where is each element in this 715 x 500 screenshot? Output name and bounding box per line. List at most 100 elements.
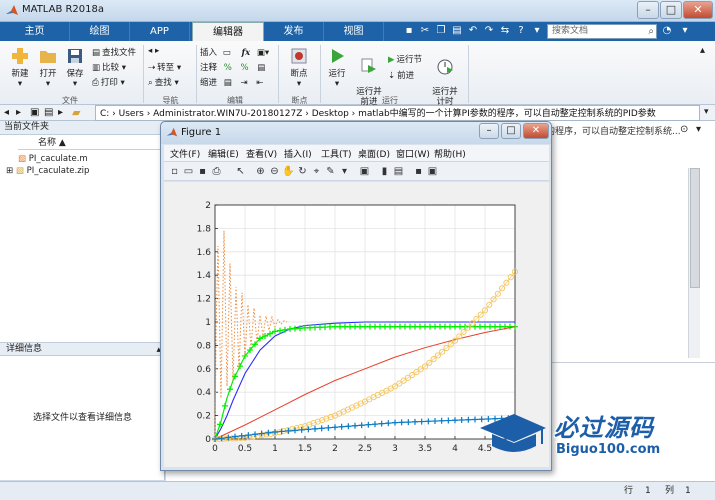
run-section-button[interactable]: ▶ 运行节 [388, 53, 422, 66]
legend-icon[interactable]: ▤ [392, 165, 405, 178]
current-folder-path[interactable]: C: › Users › Administrator.WIN7U-2018012… [95, 105, 700, 121]
expand-ribbon-icon[interactable]: ▾ [678, 24, 692, 38]
figure-maximize-button[interactable]: □ [501, 123, 521, 139]
path-dropdown-icon[interactable]: ▾ [704, 107, 709, 117]
paste-icon[interactable]: ▤ [450, 24, 464, 38]
row-value: 1 [645, 486, 651, 496]
find-files-icon: ▤ [92, 47, 101, 58]
insert-button[interactable]: 插入 ▭ fx ▣▾ [200, 46, 269, 59]
collapse-ribbon-icon[interactable]: ▴ [700, 45, 705, 56]
bell-icon[interactable]: ◔ [660, 24, 674, 38]
dropdown-arrow-icon: ▾ [296, 79, 302, 89]
print-figure-icon[interactable]: ⎙ [210, 165, 223, 178]
graduation-cap-icon [480, 414, 546, 452]
menu-window[interactable]: 窗口(W) [396, 147, 430, 160]
breakpoints-button[interactable]: 断点 ▾ [284, 45, 314, 89]
menu-file[interactable]: 文件(F) [170, 147, 200, 160]
copy-icon[interactable]: ❐ [434, 24, 448, 38]
panel-menu-icon[interactable]: ▾ [696, 124, 701, 135]
undo-icon[interactable]: ↶ [466, 24, 480, 38]
pan-icon[interactable]: ✋ [282, 165, 295, 178]
brush-dropdown-icon[interactable]: ▾ [338, 165, 351, 178]
compare-button[interactable]: ▥ 比较 ▾ [92, 61, 126, 74]
menu-view[interactable]: 查看(V) [246, 147, 277, 160]
find-button[interactable]: ⌕ 查找 ▾ [148, 76, 179, 89]
maximize-button[interactable]: □ [660, 1, 682, 19]
save-figure-icon[interactable]: ▪ [196, 165, 209, 178]
brush-icon[interactable]: ✎ [324, 165, 337, 178]
details-header: 详细信息 ▴ [0, 342, 165, 356]
save-button[interactable]: 保存 ▾ [62, 45, 88, 89]
printer-icon: ⎙ [92, 77, 99, 88]
tab-plots[interactable]: 绘图 [70, 22, 130, 41]
save-quick-icon[interactable]: ▪ [402, 24, 416, 38]
tab-publish[interactable]: 发布 [264, 22, 324, 41]
close-button[interactable]: ✕ [683, 1, 713, 19]
menu-help[interactable]: 帮助(H) [434, 147, 466, 160]
logo-url: Biguo100.com [556, 442, 661, 457]
figure-title-bar: Figure 1 – □ ✕ [161, 122, 551, 144]
find-files-button[interactable]: ▤ 查找文件 [92, 46, 136, 59]
help-icon[interactable]: ? [514, 24, 528, 38]
pointer-icon[interactable]: ↖ [234, 165, 247, 178]
tab-editor[interactable]: 编辑器 [192, 22, 264, 41]
run-time-button[interactable]: 运行并 计时 [428, 45, 462, 107]
scrollbar[interactable] [688, 168, 700, 358]
indent-button[interactable]: 缩进 ▤ ⇥ ⇤ [200, 76, 263, 88]
x-tick-label: 1.5 [298, 444, 312, 454]
browse-folder-icon[interactable]: ▤ [44, 107, 53, 118]
comment-button[interactable]: 注释 % % ▤ [200, 61, 265, 73]
menu-tools[interactable]: 工具(T) [321, 147, 352, 160]
goto-button[interactable]: ⇢ 转至 ▾ [148, 61, 181, 74]
figure-close-button[interactable]: ✕ [523, 123, 549, 139]
rotate-3d-icon[interactable]: ↻ [296, 165, 309, 178]
redo-icon[interactable]: ↷ [482, 24, 496, 38]
tab-home[interactable]: 主页 [0, 22, 70, 41]
show-plot-tools-icon[interactable]: ▣ [426, 165, 439, 178]
x-tick-label: 3.5 [418, 444, 432, 454]
hide-plot-tools-icon[interactable]: ▪ [412, 165, 425, 178]
details-message: 选择文件以查看详细信息 [32, 413, 132, 423]
back-icon: ◂ [148, 46, 153, 56]
menu-insert[interactable]: 插入(I) [284, 147, 312, 160]
file-item[interactable]: ⊞ ▧ PI_caculate.zip [6, 165, 89, 177]
switch-windows-icon[interactable]: ⇆ [498, 24, 512, 38]
arrow-right-icon[interactable]: ▸ [58, 107, 63, 118]
open-file-icon[interactable]: ▭ [182, 165, 195, 178]
zoom-out-icon[interactable]: ⊖ [268, 165, 281, 178]
advance-button[interactable]: ⇣ 前进 [388, 69, 414, 82]
figure-minimize-button[interactable]: – [479, 123, 499, 139]
menu-desktop[interactable]: 桌面(D) [358, 147, 390, 160]
name-column-header[interactable]: 名称 ▲ [18, 137, 163, 150]
print-button[interactable]: ⎙ 打印 ▾ [92, 76, 125, 89]
run-button[interactable]: 运行 ▾ [324, 45, 350, 89]
editor-tab-title[interactable]: 的程序，可以自动整定控制系统... [546, 124, 681, 137]
minimize-button[interactable]: – [637, 1, 659, 19]
new-figure-icon[interactable]: ▫ [168, 165, 181, 178]
colorbar-icon[interactable]: ▮ [378, 165, 391, 178]
file-item[interactable]: ▧ PI_caculate.m [18, 153, 88, 165]
new-button[interactable]: 新建 ▾ [6, 45, 34, 89]
y-tick-label: 1.8 [197, 224, 212, 234]
search-icon: ⌕ [648, 26, 654, 37]
compare-icon: ▥ [92, 62, 101, 73]
forward-arrow-icon[interactable]: ▸ [16, 107, 21, 118]
back-arrow-icon[interactable]: ◂ [4, 107, 9, 118]
search-icon: ⌕ [148, 77, 153, 88]
link-plot-icon[interactable]: ▣ [358, 165, 371, 178]
panel-options-icon[interactable]: ⊙ [680, 124, 688, 135]
tab-apps[interactable]: APP [130, 22, 190, 41]
data-cursor-icon[interactable]: ⌖ [310, 165, 323, 178]
folder-up-icon[interactable]: ▣ [30, 107, 39, 118]
nav-arrows[interactable]: ◂ ▸ [148, 46, 159, 56]
menu-edit[interactable]: 编辑(E) [208, 147, 239, 160]
cut-icon[interactable]: ✂ [418, 24, 432, 38]
advance-icon: ⇣ [388, 70, 396, 81]
settings-icon[interactable]: ▾ [530, 24, 544, 38]
tab-view[interactable]: 视图 [324, 22, 384, 41]
y-tick-label: 2 [205, 201, 211, 211]
open-button[interactable]: 打开 ▾ [34, 45, 62, 89]
scrollbar-thumb[interactable] [690, 168, 700, 288]
search-field[interactable]: 搜索文档 ⌕ [547, 24, 657, 39]
zoom-in-icon[interactable]: ⊕ [254, 165, 267, 178]
